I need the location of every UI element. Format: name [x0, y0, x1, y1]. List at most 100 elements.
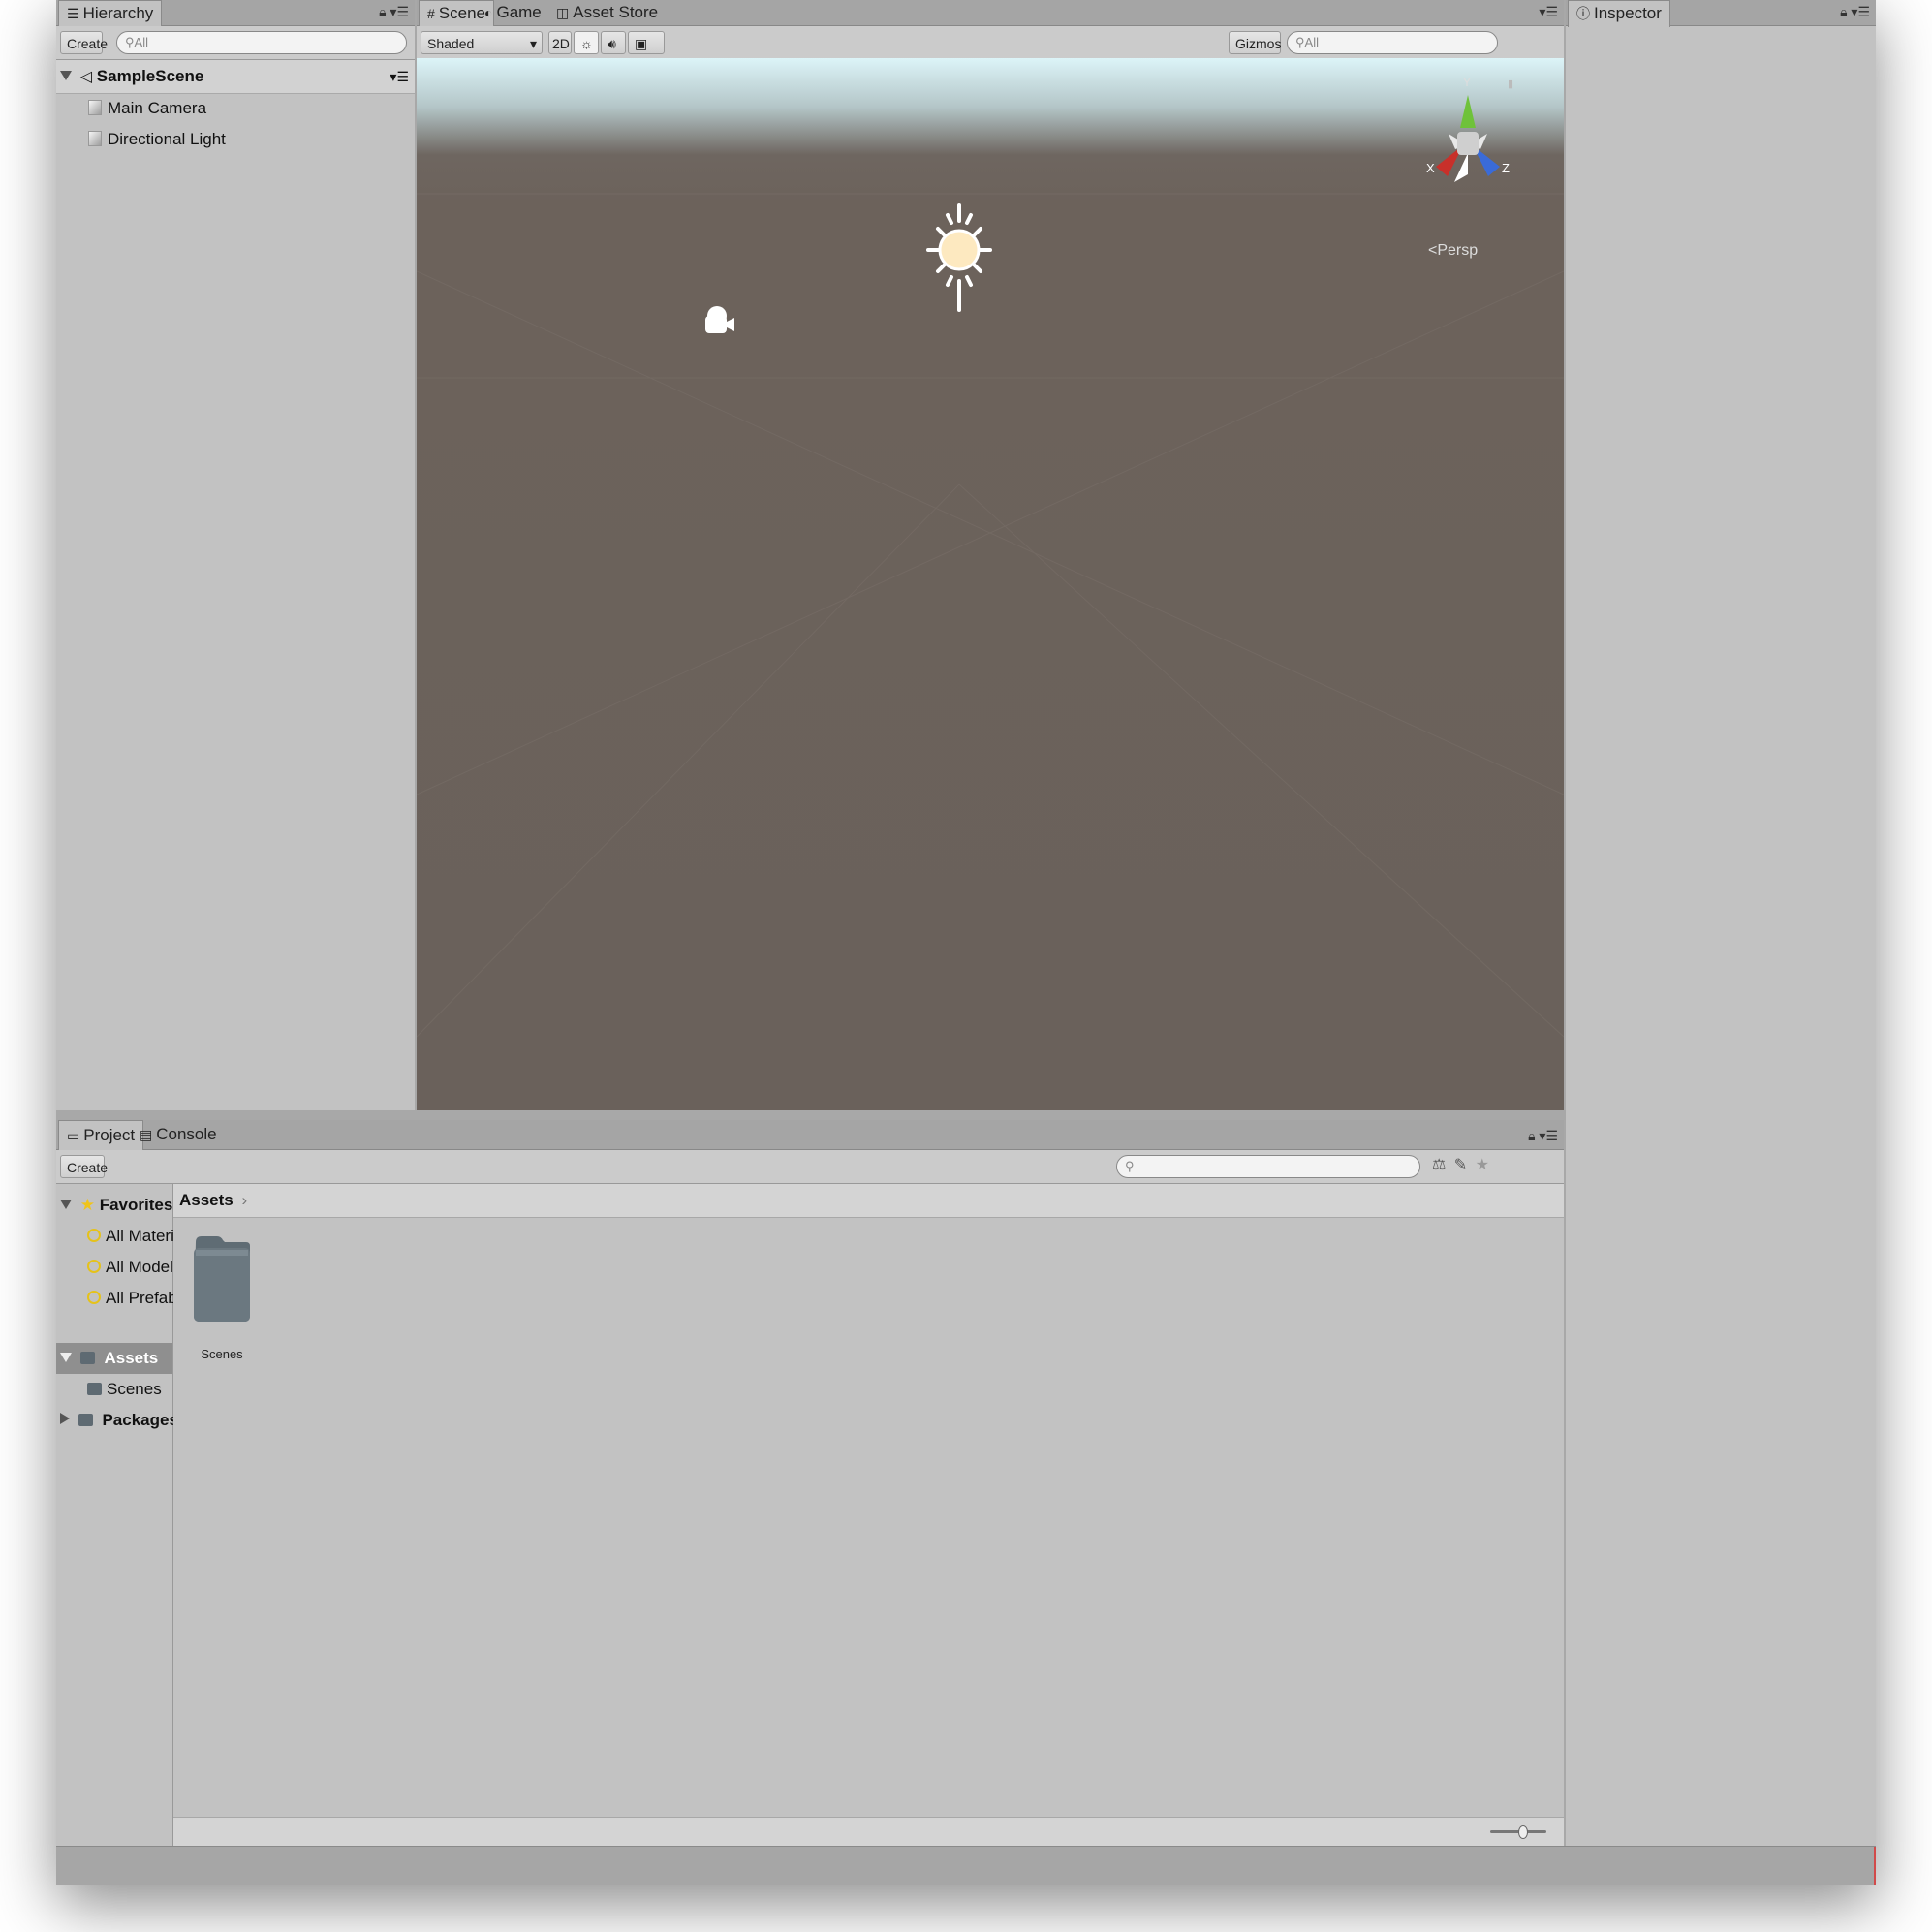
- assets-tree-label: Assets: [104, 1349, 159, 1367]
- search-filter-icon: [87, 1291, 101, 1304]
- search-filter-icon: [87, 1229, 101, 1242]
- project-folder-tree: ★ Favorites All Materials All Models All…: [56, 1184, 196, 1847]
- camera-gizmo-icon[interactable]: [698, 300, 736, 339]
- search-icon: ⚲: [125, 35, 135, 49]
- expand-triangle-icon[interactable]: [60, 1200, 72, 1209]
- project-search-input[interactable]: ⚲: [1116, 1155, 1420, 1178]
- scene-name: SampleScene: [96, 67, 204, 85]
- hierarchy-panel: ☰Hierarchy 🔒︎ ▾☰ Create ▾ ⚲All ◁ SampleS…: [56, 0, 415, 1110]
- draw-mode-dropdown[interactable]: Shaded ▾: [421, 31, 543, 54]
- inspector-tabbar: ⓘ Inspector 🔒︎ ▾☰: [1566, 0, 1876, 27]
- search-icon: ⚲: [1295, 35, 1305, 49]
- search-placeholder: All: [1304, 35, 1319, 49]
- mode-2d-toggle[interactable]: 2D: [548, 31, 572, 54]
- console-icon: ▤: [140, 1127, 153, 1142]
- create-dropdown[interactable]: Create ▾: [60, 31, 108, 75]
- status-bar: [56, 1846, 1876, 1885]
- expand-triangle-icon[interactable]: [60, 1353, 72, 1362]
- scene-search-input[interactable]: ⚲All: [1287, 31, 1498, 54]
- scenes-tree-row[interactable]: Scenes: [56, 1374, 172, 1405]
- status-accent: [1874, 1847, 1876, 1885]
- tab-game[interactable]: ◐ Game: [477, 0, 549, 25]
- folder-icon: [87, 1383, 102, 1395]
- effects-dropdown[interactable]: ▣ ▾: [628, 31, 665, 75]
- project-tabbar: ▭ Project ▤ Console 🔒︎ ▾☰: [56, 1120, 1564, 1151]
- tab-inspector[interactable]: ⓘ Inspector: [1568, 0, 1670, 27]
- tab-asset-store-label: Asset Store: [573, 3, 659, 21]
- breadcrumb-assets[interactable]: Assets: [179, 1191, 234, 1209]
- folder-icon: [194, 1236, 250, 1322]
- unity-editor-window: ☰Hierarchy 🔒︎ ▾☰ Create ▾ ⚲All ◁ SampleS…: [56, 0, 1876, 1885]
- folder-tab-icon: ▭: [67, 1128, 80, 1143]
- gizmos-dropdown[interactable]: Gizmos ▾: [1229, 31, 1282, 75]
- folder-icon: [79, 1352, 95, 1364]
- create-dropdown[interactable]: Create ▾: [60, 1155, 108, 1199]
- favorites-item[interactable]: All Prefabs: [56, 1283, 185, 1314]
- scene-toolbar: Shaded▾ 2D ☼ 🔊︎ ▣ ▾ Gizmos ▾ ⚲All: [417, 26, 1564, 75]
- zoom-slider-thumb[interactable]: [1517, 1825, 1528, 1839]
- filter-by-type-icon[interactable]: ⚖: [1432, 1157, 1446, 1173]
- hierarchy-search-input[interactable]: ⚲All: [116, 31, 407, 54]
- assets-browser: Assets › Scenes: [173, 1184, 1564, 1847]
- scene-root-row[interactable]: ◁ SampleScene ▾☰: [56, 60, 415, 94]
- tab-console-label: Console: [156, 1125, 217, 1143]
- scene-viewport[interactable]: Y X Z ▮ <Persp: [417, 58, 1564, 1110]
- asset-item[interactable]: Scenes: [185, 1234, 259, 1370]
- search-icon: ⚲: [1125, 1159, 1135, 1173]
- axis-gizmo-icon[interactable]: [1415, 74, 1521, 209]
- assets-tree-row[interactable]: Assets: [56, 1343, 172, 1374]
- create-label: Create: [67, 36, 109, 51]
- panel-menu-icon[interactable]: 🔒︎ ▾☰: [1840, 4, 1870, 20]
- hierarchy-item[interactable]: Directional Light: [56, 124, 415, 155]
- speaker-icon: 🔊︎: [608, 36, 616, 51]
- save-search-star-icon[interactable]: ★: [1476, 1157, 1489, 1173]
- panel-menu-icon[interactable]: ▾☰: [1539, 4, 1558, 20]
- unity-scene-icon: ◁: [79, 69, 93, 85]
- hierarchy-tabbar: ☰ Hierarchy 🔒︎ ▾☰: [56, 0, 415, 27]
- filter-by-label-icon[interactable]: ✎: [1454, 1157, 1467, 1173]
- orientation-gizmo[interactable]: Y X Z ▮: [1415, 74, 1521, 219]
- project-panel: ▭Project ▤Console 🔒︎ ▾☰ Create ▾ ⚲ ⚖ ✎ ★: [56, 1120, 1564, 1847]
- draw-mode-label: Shaded: [427, 36, 475, 51]
- tab-project-label: Project: [83, 1126, 136, 1144]
- favorites-item[interactable]: All Materials: [56, 1221, 196, 1252]
- search-placeholder: All: [134, 35, 148, 49]
- sun-icon: ☼: [580, 36, 593, 51]
- tab-hierarchy[interactable]: ☰ Hierarchy: [58, 0, 163, 27]
- tab-inspector-label: Inspector: [1594, 4, 1662, 22]
- axis-label-y: Y: [1463, 76, 1472, 89]
- packages-tree-row[interactable]: Packages: [56, 1405, 178, 1436]
- projection-toggle[interactable]: <Persp: [1428, 242, 1478, 260]
- expand-triangle-icon[interactable]: [60, 1413, 70, 1424]
- search-filter-icon: [87, 1260, 101, 1273]
- lighting-toggle[interactable]: ☼: [574, 31, 599, 54]
- favorites-label: Favorites: [99, 1196, 173, 1214]
- chevron-right-icon: ›: [241, 1191, 248, 1209]
- directional-light-gizmo-icon[interactable]: [924, 202, 994, 318]
- favorites-row[interactable]: ★ Favorites: [56, 1190, 172, 1221]
- scene-menu-icon[interactable]: ▾☰: [390, 60, 409, 93]
- tab-console[interactable]: ▤ Console: [132, 1120, 225, 1149]
- audio-toggle[interactable]: 🔊︎: [601, 31, 626, 54]
- hierarchy-item[interactable]: Main Camera: [56, 93, 415, 124]
- inspector-panel: ⓘ Inspector 🔒︎ ▾☰: [1566, 0, 1876, 1847]
- panel-menu-icon[interactable]: 🔒︎ ▾☰: [1528, 1128, 1558, 1144]
- breadcrumb: Assets ›: [173, 1184, 1564, 1218]
- tab-project[interactable]: ▭ Project: [58, 1120, 144, 1151]
- zoom-slider[interactable]: [1490, 1825, 1546, 1839]
- tab-hierarchy-label: Hierarchy: [82, 4, 154, 22]
- hierarchy-toolbar: Create ▾ ⚲All: [56, 26, 415, 75]
- perspective-icon: <: [1428, 242, 1438, 259]
- packages-tree-label: Packages: [102, 1411, 178, 1429]
- axis-label-x: X: [1426, 161, 1435, 175]
- list-icon: ☰: [67, 6, 79, 21]
- hierarchy-item-label: Directional Light: [108, 130, 226, 148]
- favorites-item[interactable]: All Models: [56, 1252, 181, 1283]
- gizmos-label: Gizmos: [1235, 36, 1282, 51]
- gizmo-lock-icon[interactable]: ▮: [1508, 78, 1513, 90]
- tab-asset-store[interactable]: ◫ Asset Store: [548, 0, 666, 25]
- scene-panel: # Scene ◐ Game ◫ Asset Store ▾☰ Shaded ▾ 2D …: [417, 0, 1564, 1110]
- expand-triangle-icon[interactable]: [60, 71, 72, 80]
- panel-menu-icon[interactable]: 🔒︎ ▾☰: [379, 4, 409, 20]
- store-bag-icon: ◫: [556, 5, 570, 20]
